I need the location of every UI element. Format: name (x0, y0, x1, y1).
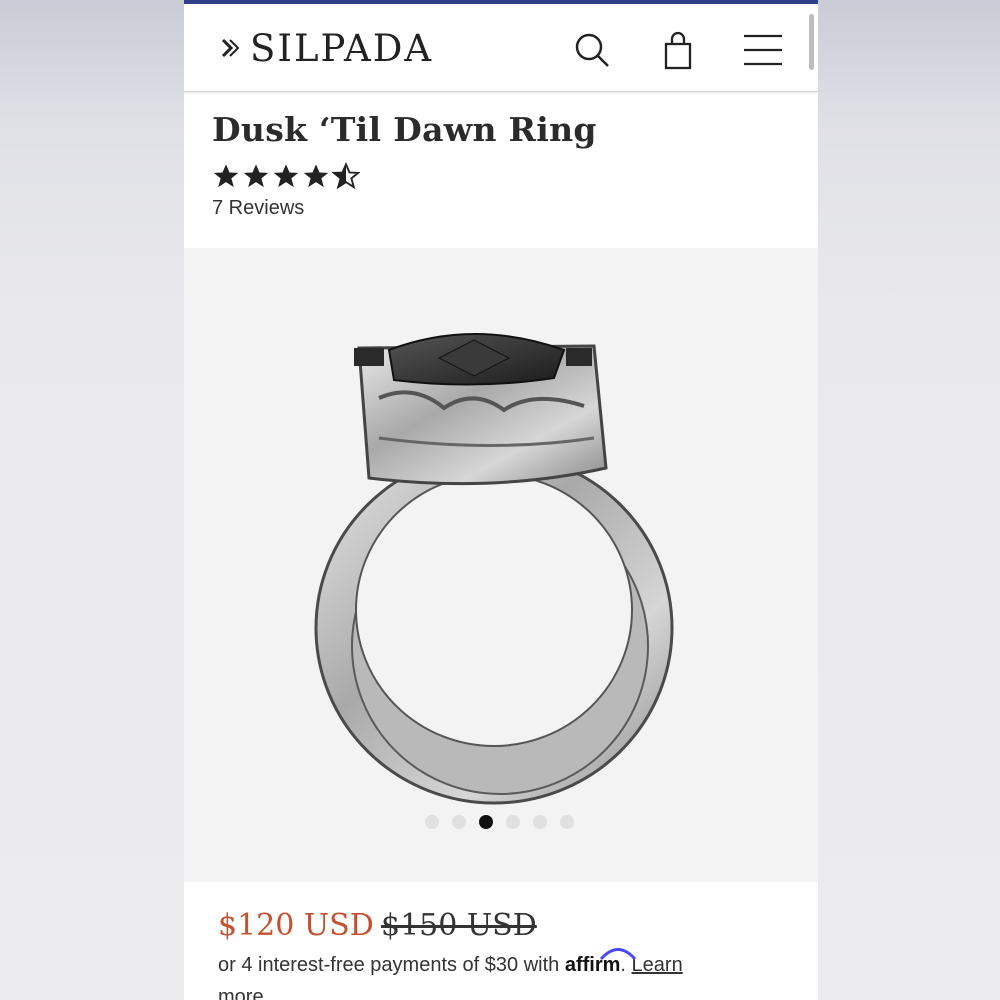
carousel-dot[interactable] (452, 815, 466, 829)
ring-product-image (314, 333, 674, 805)
affirm-arc-icon (599, 948, 636, 960)
original-price: $150 USD (381, 908, 537, 943)
chevron-logo-icon (221, 38, 240, 58)
star-full-icon (303, 164, 329, 188)
menu-icon[interactable] (742, 30, 782, 70)
scrollbar[interactable] (809, 14, 814, 70)
carousel-dot[interactable] (506, 815, 520, 829)
site-header: SILPADA (184, 4, 818, 92)
product-summary: Dusk ‘Til Dawn Ring 7 Reviews (184, 94, 818, 248)
search-icon[interactable] (572, 30, 612, 70)
affirm-logo: affirm (565, 948, 636, 976)
reviews-link[interactable]: 7 Reviews (212, 197, 304, 220)
product-title: Dusk ‘Til Dawn Ring (212, 110, 597, 149)
shopping-bag-icon[interactable] (658, 30, 698, 70)
pricing-section: $120 USD $150 USD or 4 interest-free pay… (184, 882, 818, 1000)
installment-message: or 4 interest-free payments of $30 with … (218, 948, 683, 977)
carousel-dot[interactable] (560, 815, 574, 829)
carousel-dot[interactable] (425, 815, 439, 829)
brand-name: SILPADA (250, 26, 434, 70)
star-half-icon (332, 162, 360, 190)
star-full-icon (273, 164, 299, 188)
sale-price: $120 USD (218, 908, 374, 943)
star-full-icon (243, 164, 269, 188)
learn-more-link[interactable]: Learn (632, 954, 683, 976)
star-rating[interactable] (212, 162, 360, 192)
installment-text: or 4 interest-free payments of $30 with (218, 954, 565, 976)
mobile-page: SILPADA Dusk ‘Til Dawn Ring 7 Reviews $1… (184, 0, 818, 1000)
product-image-gallery[interactable] (184, 248, 818, 880)
learn-more-link-continued[interactable]: more (218, 986, 264, 1000)
star-full-icon (213, 164, 239, 188)
carousel-dot[interactable] (479, 815, 493, 829)
carousel-dots (425, 815, 574, 829)
brand-logo[interactable]: SILPADA (220, 26, 433, 70)
carousel-dot[interactable] (533, 815, 547, 829)
